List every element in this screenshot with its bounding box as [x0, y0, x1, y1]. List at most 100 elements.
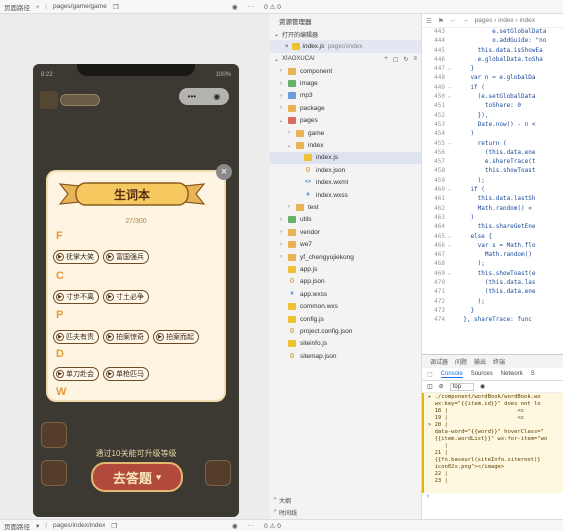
fold-icon[interactable] [448, 214, 456, 223]
refresh-icon[interactable]: ↻ [403, 56, 408, 63]
fold-icon[interactable] [448, 279, 456, 288]
code-line[interactable]: 453 Date.now() - n < [422, 121, 563, 130]
fold-icon[interactable] [448, 298, 456, 307]
word-chip[interactable]: ▶ 抚掌大笑 [53, 250, 99, 264]
code-line[interactable]: 462 Math.random() < [422, 205, 563, 214]
code-line[interactable]: 456 (this.data.ene [422, 149, 563, 158]
fold-icon[interactable] [448, 121, 456, 130]
menu-icon[interactable]: ☰ [426, 17, 432, 25]
console-prompt[interactable]: › [422, 493, 563, 500]
code-line[interactable]: 452 }), [422, 112, 563, 121]
bookmark-icon[interactable]: ⚑ [438, 17, 444, 25]
fold-icon[interactable] [448, 102, 456, 111]
tree-item[interactable]: app.js [270, 263, 421, 275]
code-line[interactable]: 461 this.data.lastSh [422, 195, 563, 204]
word-chip[interactable]: ▶ 拍案而起 [153, 330, 199, 344]
chevron-down-icon[interactable]: ▾ [36, 3, 39, 11]
clear-console-icon[interactable]: ⊘ [439, 383, 444, 390]
fold-icon[interactable] [448, 205, 456, 214]
code-line[interactable]: 445 this.data.isShowEa [422, 47, 563, 56]
tree-item[interactable]: # index.wxss [270, 189, 421, 201]
tab-output[interactable]: 输出 [474, 357, 486, 366]
fold-icon[interactable] [448, 195, 456, 204]
tab-console[interactable]: Console [440, 371, 463, 378]
problems-counter[interactable]: 0 ⚠ 0 [264, 3, 281, 11]
more-icon[interactable]: ··· [248, 522, 255, 529]
outline-section[interactable]: › 大纲 [274, 496, 291, 505]
tree-item[interactable]: › image [270, 77, 421, 89]
new-folder-icon[interactable]: ▢ [393, 56, 399, 63]
code-line[interactable]: 455 ⌄ return ( [422, 140, 563, 149]
tree-item[interactable]: common.wxs [270, 300, 421, 312]
code-line[interactable]: 466 ⌄ var s = Math.flo [422, 242, 563, 251]
fold-icon[interactable] [448, 251, 456, 260]
code-line[interactable]: 444 o.addGuide: "no [422, 37, 563, 46]
tree-item[interactable]: › vendor [270, 226, 421, 238]
eye-icon[interactable]: ◉ [480, 383, 485, 390]
more-icon[interactable]: ··· [248, 3, 255, 10]
word-chip[interactable]: ▶ 寸土必争 [103, 290, 149, 304]
code-line[interactable]: 458 this.showToast [422, 167, 563, 176]
back-icon[interactable]: ← [450, 17, 457, 24]
code-line[interactable]: 449 ⌄ if ( [422, 84, 563, 93]
fold-icon[interactable] [448, 28, 456, 37]
tree-item[interactable]: index.js [270, 151, 421, 165]
fold-icon[interactable] [448, 47, 456, 56]
eye-icon[interactable]: ◉ [232, 522, 238, 530]
collapse-icon[interactable]: ≡ [413, 56, 417, 63]
copy-icon[interactable]: ❐ [111, 522, 117, 530]
tree-item[interactable]: ⌄ pages [270, 115, 421, 127]
copy-icon[interactable]: ❐ [113, 3, 119, 11]
tree-item[interactable]: {} app.json [270, 276, 421, 288]
code-line[interactable]: 446 e.globalData.toSha [422, 56, 563, 65]
fold-icon[interactable] [448, 167, 456, 176]
fold-icon[interactable] [448, 316, 456, 325]
code-line[interactable]: 467 Math.random() [422, 251, 563, 260]
code-line[interactable]: 474 }, shareTrace: func [422, 316, 563, 325]
tree-item[interactable]: {} sitemap.json [270, 350, 421, 362]
code-line[interactable]: 448 var n = e.globalDa [422, 74, 563, 83]
code-line[interactable]: 470 (this.data.las [422, 279, 563, 288]
fold-icon[interactable] [448, 74, 456, 83]
close-icon[interactable]: × [216, 164, 232, 180]
tree-item[interactable]: › yf_chengyujiekong [270, 251, 421, 263]
code-line[interactable]: 459 ); [422, 177, 563, 186]
fold-icon[interactable] [448, 37, 456, 46]
page-path-label[interactable]: 页面路径 [4, 2, 30, 12]
problems-counter[interactable]: 0 ⚠ 0 [264, 522, 281, 530]
fold-icon[interactable] [448, 130, 456, 139]
word-chip[interactable]: ▶ 单刀赴会 [53, 367, 99, 381]
tab-network[interactable]: Network [501, 371, 523, 377]
tab-sources[interactable]: Sources [471, 371, 493, 377]
code-line[interactable]: 468 ); [422, 260, 563, 269]
tree-item[interactable]: › game [270, 127, 421, 139]
inspect-icon[interactable]: ⬚ [427, 371, 433, 378]
tab-terminal[interactable]: 终端 [493, 357, 505, 366]
fold-icon[interactable]: ⌄ [448, 93, 456, 102]
tree-item[interactable]: › utils [270, 214, 421, 226]
code-line[interactable]: 443 e.setGlobalData [422, 28, 563, 37]
sidebar-toggle-icon[interactable]: ◫ [427, 383, 433, 390]
fold-icon[interactable]: ⌄ [448, 140, 456, 149]
code-editor[interactable]: ☰ ⚑ ← → pages › index › index 443 e.setG… [422, 14, 563, 354]
word-chip[interactable]: ▶ 单枪匹马 [103, 367, 149, 381]
chevron-down-icon[interactable]: ▾ [36, 522, 39, 530]
tab-debugger[interactable]: 调试器 [430, 357, 448, 366]
tree-item[interactable]: › we7 [270, 238, 421, 250]
word-chip[interactable]: ▶ 拍案惊奇 [103, 330, 149, 344]
tree-item[interactable]: siteinfo.js [270, 338, 421, 350]
fold-icon[interactable] [448, 288, 456, 297]
code-line[interactable]: 469 ⌄ this.showToast(e [422, 270, 563, 279]
fold-icon[interactable] [448, 223, 456, 232]
code-line[interactable]: 457 e.shareTrace(t [422, 158, 563, 167]
tree-item[interactable]: {} index.json [270, 164, 421, 176]
answer-button[interactable]: 去答题 ♥ [91, 462, 183, 492]
code-line[interactable]: 465 ⌄ else { [422, 233, 563, 242]
code-line[interactable]: 473 } [422, 307, 563, 316]
tree-item[interactable]: ⌄ index [270, 139, 421, 151]
close-icon[interactable]: × [285, 44, 289, 50]
code-line[interactable]: 463 ) [422, 214, 563, 223]
tab-more[interactable]: S [531, 371, 535, 377]
code-line[interactable]: 460 ⌄ if ( [422, 186, 563, 195]
fold-icon[interactable] [448, 177, 456, 186]
